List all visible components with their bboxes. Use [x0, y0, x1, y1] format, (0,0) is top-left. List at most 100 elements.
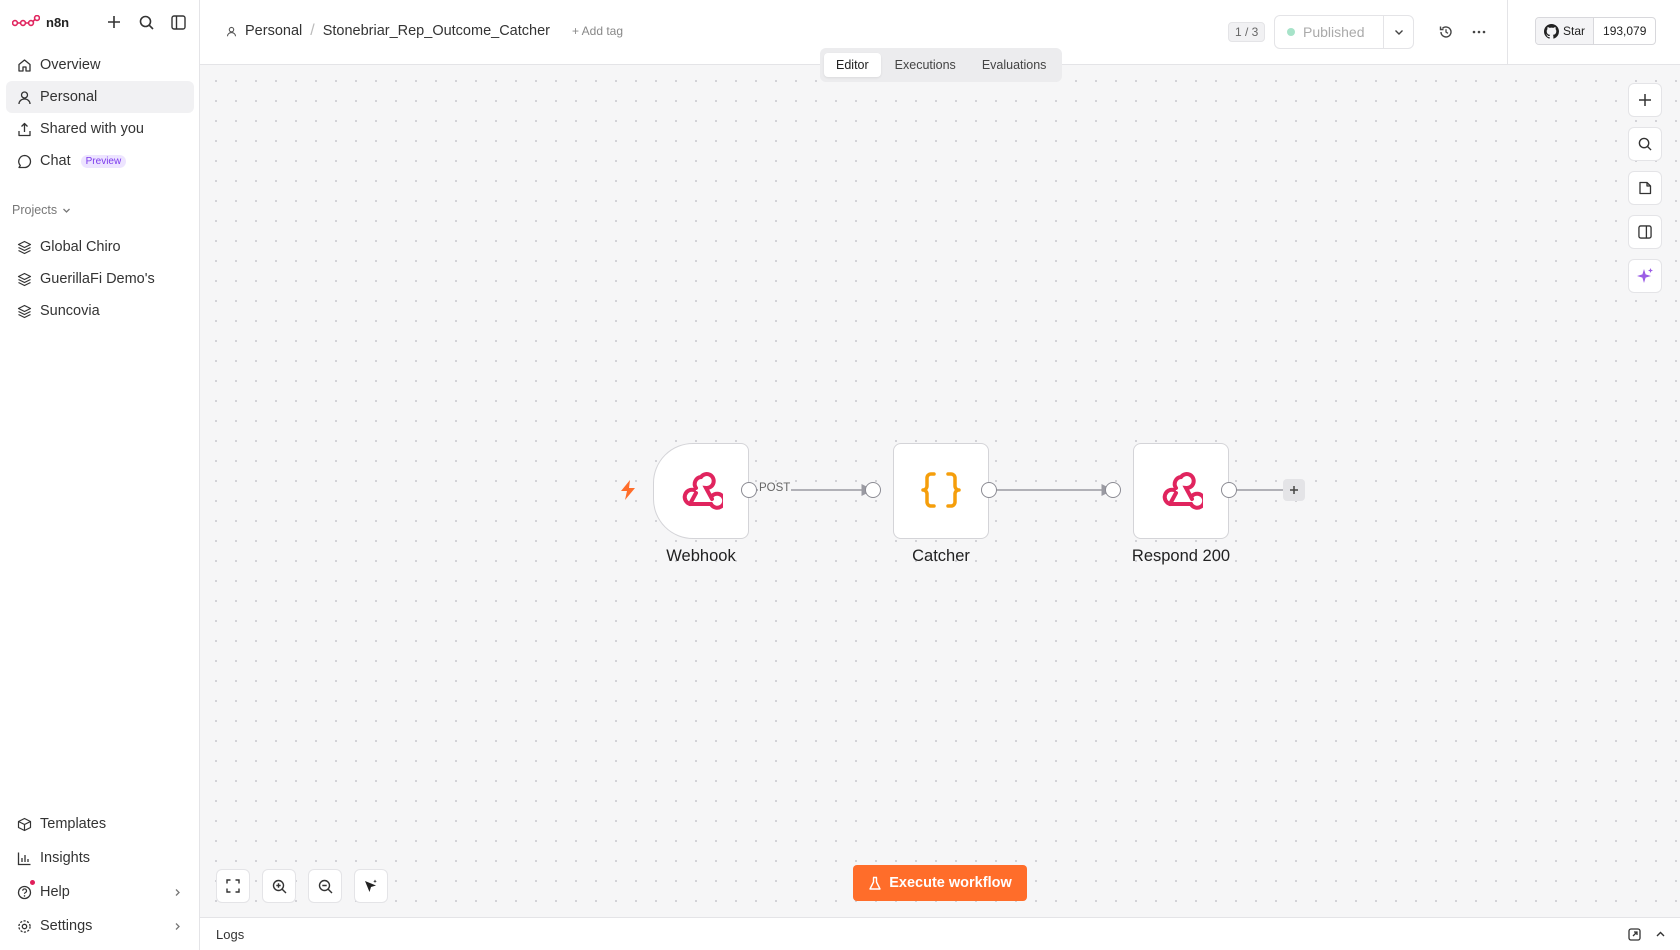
plus-icon — [1290, 486, 1298, 494]
layers-icon — [16, 271, 32, 287]
help-notification-dot — [30, 880, 35, 885]
zoom-out-button[interactable] — [308, 869, 342, 903]
tab-executions[interactable]: Executions — [883, 53, 968, 77]
settings-icon — [16, 918, 32, 934]
sidebar-item-shared[interactable]: Shared with you — [6, 113, 194, 145]
chevron-down-icon — [1394, 30, 1403, 35]
tab-editor[interactable]: Editor — [824, 53, 881, 77]
sidebar-item-label: Chat — [40, 153, 71, 169]
app-name: n8n — [46, 14, 70, 30]
input-handle-respond[interactable] — [1105, 482, 1121, 498]
breadcrumb: Personal / Stonebriar_Rep_Outcome_Catche… — [226, 22, 623, 40]
sidebar-item-overview[interactable]: Overview — [6, 49, 194, 81]
ai-assistant-button[interactable] — [1628, 259, 1662, 293]
status-dot — [1287, 28, 1295, 36]
sidebar-item-personal[interactable]: Personal — [6, 81, 194, 113]
sidebar-item-label: Personal — [40, 89, 98, 105]
flask-icon — [869, 876, 881, 890]
node-label-catcher: Catcher — [912, 547, 970, 565]
output-handle-catcher[interactable] — [981, 482, 997, 498]
fit-view-icon — [226, 879, 240, 893]
fit-view-button[interactable] — [216, 869, 250, 903]
pop-out-logs-icon[interactable] — [1628, 927, 1641, 941]
zoom-in-button[interactable] — [262, 869, 296, 903]
add-tag-button[interactable]: + Add tag — [572, 24, 623, 38]
sidebar-item-label: Shared with you — [40, 121, 144, 137]
node-webhook[interactable] — [653, 443, 749, 539]
tidy-up-button[interactable] — [354, 869, 388, 903]
zoom-in-icon — [272, 879, 286, 893]
chevron-right-icon — [175, 888, 180, 896]
node-catcher[interactable] — [893, 443, 989, 539]
projects-label: Projects — [12, 203, 58, 217]
help-icon — [16, 884, 32, 900]
toggle-panel-button[interactable] — [1628, 215, 1662, 249]
add-node-panel-button[interactable] — [1628, 83, 1662, 117]
github-star-button[interactable]: Star — [1536, 18, 1595, 44]
webhook-icon — [1162, 472, 1203, 510]
app-logo[interactable]: n8n — [12, 15, 69, 30]
add-node-button[interactable] — [1283, 479, 1305, 501]
output-handle-webhook[interactable] — [741, 482, 757, 498]
github-star-group: Star 193,079 — [1535, 17, 1657, 45]
zoom-out-icon — [318, 879, 332, 893]
sidebar-item-chat[interactable]: Chat Preview — [6, 145, 194, 177]
execute-workflow-button[interactable]: Execute workflow — [853, 865, 1027, 901]
node-respond-200[interactable] — [1133, 443, 1229, 539]
sidebar: n8n Overview Personal Shared with you Ch… — [0, 0, 200, 950]
publish-dropdown-button[interactable] — [1383, 16, 1413, 48]
plus-icon[interactable] — [105, 13, 123, 31]
published-button[interactable]: Published — [1275, 16, 1383, 48]
sidebar-item-templates[interactable]: Templates — [6, 808, 194, 840]
sidebar-project-global-chiro[interactable]: Global Chiro — [6, 231, 194, 263]
sticky-note-button[interactable] — [1628, 171, 1662, 205]
tab-evaluations[interactable]: Evaluations — [970, 53, 1059, 77]
header-divider — [1507, 0, 1508, 65]
sidebar-item-label: Settings — [40, 918, 93, 934]
sidebar-item-label: Help — [40, 884, 70, 900]
workflow-name[interactable]: Stonebriar_Rep_Outcome_Catcher — [323, 23, 550, 39]
preview-badge: Preview — [80, 154, 127, 168]
sparkle-icon — [1637, 268, 1653, 283]
chevron-right-icon — [175, 922, 180, 930]
sidebar-item-insights[interactable]: Insights — [6, 842, 194, 874]
history-icon[interactable] — [1436, 22, 1456, 42]
projects-header[interactable]: Projects — [12, 203, 71, 217]
more-options-icon[interactable] — [1469, 22, 1489, 42]
n8n-logo-icon — [12, 15, 40, 27]
tidy-up-icon — [365, 879, 377, 892]
sidebar-project-suncovia[interactable]: Suncovia — [6, 295, 194, 327]
canvas-right-toolbar — [1628, 83, 1662, 293]
templates-icon — [16, 816, 32, 832]
publish-group: Published — [1274, 15, 1414, 49]
sidebar-item-label: Insights — [40, 850, 90, 866]
plus-icon — [1639, 94, 1651, 106]
sidebar-project-guerillafi[interactable]: GuerillaFi Demo's — [6, 263, 194, 295]
search-nodes-button[interactable] — [1628, 127, 1662, 161]
layers-icon — [16, 239, 32, 255]
code-braces-icon — [921, 472, 961, 508]
github-star-count[interactable]: 193,079 — [1594, 18, 1655, 44]
version-indicator[interactable]: 1 / 3 — [1228, 22, 1266, 42]
breadcrumb-project[interactable]: Personal — [245, 23, 302, 39]
output-handle-respond[interactable] — [1221, 482, 1237, 498]
sidebar-item-label: Global Chiro — [40, 239, 121, 255]
canvas-zoom-toolbar — [216, 869, 388, 903]
workflow-canvas[interactable]: Webhook POST Catcher Respond 200 Execute… — [200, 65, 1680, 917]
sticky-note-icon — [1639, 181, 1652, 195]
search-icon — [1638, 137, 1652, 151]
execute-workflow-label: Execute workflow — [889, 875, 1012, 891]
github-star-label: Star — [1563, 24, 1586, 38]
search-icon[interactable] — [137, 13, 155, 31]
sidebar-item-settings[interactable]: Settings — [6, 910, 194, 942]
logs-bar[interactable]: Logs — [200, 917, 1680, 950]
input-handle-catcher[interactable] — [865, 482, 881, 498]
github-icon — [1544, 23, 1559, 39]
collapse-sidebar-icon[interactable] — [169, 13, 187, 31]
user-icon — [226, 26, 237, 36]
layers-icon — [16, 303, 32, 319]
chevron-up-icon[interactable] — [1655, 929, 1666, 940]
share-icon — [16, 121, 32, 137]
chat-icon — [16, 153, 32, 169]
user-icon — [16, 89, 32, 105]
